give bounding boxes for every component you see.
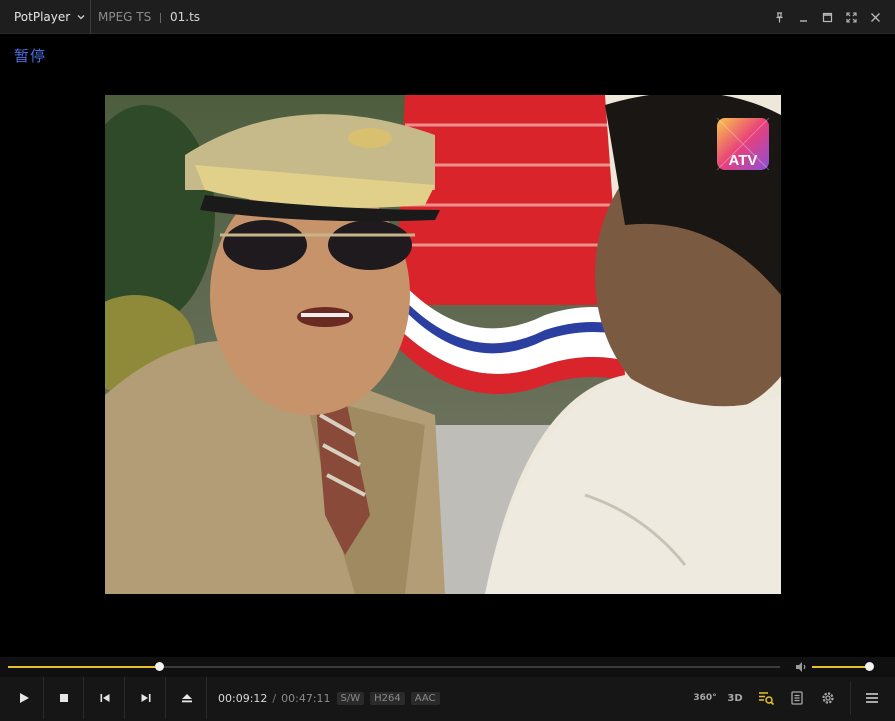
previous-button[interactable] — [85, 677, 125, 719]
seek-area — [0, 657, 895, 677]
time-separator: / — [272, 691, 277, 705]
container-format: MPEG TS — [98, 10, 152, 24]
close-icon — [870, 12, 880, 22]
title-separator — [160, 13, 161, 23]
fullscreen-icon — [845, 11, 857, 23]
potplayer-window: PotPlayer MPEG TS 01.ts 暂停 ATV 00:09:12 … — [0, 0, 895, 721]
chapter-button[interactable] — [781, 677, 813, 719]
total-duration[interactable]: 00:47:11 — [281, 692, 330, 705]
playlist-search-button[interactable] — [750, 677, 782, 719]
stop-icon — [59, 694, 68, 702]
window-controls — [767, 0, 887, 34]
seek-progress — [8, 666, 159, 668]
menu-button[interactable] — [856, 677, 888, 719]
title-bar[interactable]: PotPlayer MPEG TS 01.ts — [0, 0, 895, 34]
maximize-button[interactable] — [815, 5, 839, 29]
decoder-badge[interactable]: S/W — [336, 691, 365, 705]
volume-level — [812, 666, 870, 668]
osd-status-text: 暂停 — [14, 47, 47, 65]
control-bar: 00:09:12 / 00:47:11 S/W H264 AAC 360° 3D — [0, 677, 895, 721]
open-file-button[interactable] — [167, 677, 207, 719]
vr-360-button[interactable]: 360° — [689, 677, 721, 719]
current-time[interactable]: 00:09:12 — [218, 692, 267, 705]
skip-previous-icon — [100, 694, 109, 702]
video-frame[interactable]: ATV — [105, 95, 781, 594]
time-display: 00:09:12 / 00:47:11 S/W H264 AAC — [218, 677, 440, 719]
minimize-button[interactable] — [791, 5, 815, 29]
eject-icon — [181, 694, 192, 703]
seek-slider[interactable] — [8, 662, 780, 671]
fullscreen-button[interactable] — [839, 5, 863, 29]
app-name: PotPlayer — [14, 10, 71, 24]
list-search-icon — [759, 692, 774, 706]
toolbar-separator — [850, 681, 851, 715]
maximize-icon — [822, 12, 832, 22]
play-button[interactable] — [4, 677, 44, 719]
vr-360-icon: 360° — [693, 693, 717, 703]
file-name: 01.ts — [170, 10, 201, 24]
document-icon — [791, 691, 803, 705]
skip-next-icon — [141, 694, 150, 702]
play-icon — [19, 693, 29, 703]
minimize-icon — [799, 19, 807, 22]
close-button[interactable] — [863, 5, 887, 29]
3d-icon: 3D — [727, 692, 743, 704]
volume-slider[interactable] — [812, 662, 875, 671]
seek-thumb[interactable] — [154, 662, 164, 671]
hamburger-menu-icon — [866, 693, 878, 703]
pin-icon — [776, 11, 782, 22]
video-picture: ATV — [105, 95, 781, 594]
chevron-down-icon — [77, 15, 85, 20]
settings-button[interactable] — [812, 677, 844, 719]
video-codec-badge[interactable]: H264 — [370, 691, 405, 705]
atv-watermark: ATV — [729, 152, 758, 169]
stop-button[interactable] — [44, 677, 84, 719]
pin-button[interactable] — [767, 5, 791, 29]
volume-icon[interactable] — [795, 661, 807, 673]
volume-thumb[interactable] — [865, 662, 875, 671]
next-button[interactable] — [126, 677, 166, 719]
audio-codec-badge[interactable]: AAC — [410, 691, 440, 705]
3d-button[interactable]: 3D — [719, 677, 751, 719]
gear-icon — [822, 692, 834, 704]
main-menu-button[interactable]: PotPlayer — [0, 0, 91, 34]
